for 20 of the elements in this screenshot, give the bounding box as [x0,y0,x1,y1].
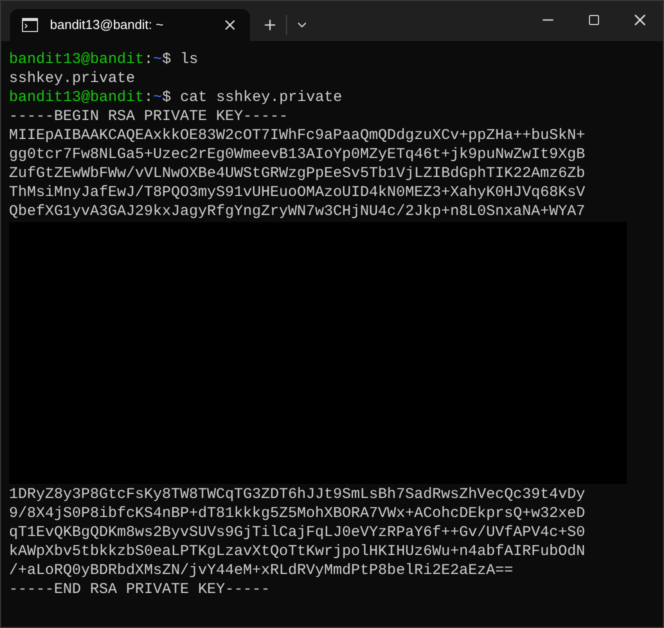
output-line: gg0tcr7Fw8NLGa5+Uzec2rEg0WmeevB13AIoYp0MZyETq46t+jk9puNwZwIt9XgB [9,145,586,164]
output-line: QbefXG1yvA3GAJ29kxJagyRfgYngZryWN7w3CHjNU4c/2Jkp+n8L0SnxaNA+WYA7 [9,202,586,221]
new-tab-icon[interactable] [262,17,278,33]
output-line: ThMsiMnyJafEwJ/T8PQO3myS91vUHEuoOMAzoUID4kN0MEZ3+XahyK0HJVq68KsV [9,183,586,202]
output-line: -----END RSA PRIVATE KEY----- [9,580,272,599]
output-line: -----BEGIN RSA PRIVATE KEY----- [9,107,290,126]
output-line: 1DRyZ8y3P8GtcFsKy8TW8TWCqTG3ZDT6hJJt9SmLsBh7SadRwsZhVecQc39t4vDy [9,485,586,504]
output-line: /+aLoRQ0yBDRbdXMsZN/jvY44eM+xRLdRVyMmdPtP8belRi2E2aEzA== [9,561,514,580]
tab-title: bandit13@bandit: ~ [50,16,164,34]
output-line: qT1EvQKBgQDKm8ws2ByvSUVs9GjTilCajFqLJ0eVYzRPaY6f++Gv/UVfAPV4c+S0 [9,523,586,542]
terminal-tab[interactable]: bandit13@bandit: ~ [10,9,250,41]
terminal-icon [22,18,38,32]
output-line: ZufGtZEwWbFWw/vVLNwOXBe4UWStGRWzgPpEeSv5Tb1VjLZIBdGphTIK22Amz6Zb [9,164,586,183]
output-line: kAWpXbv5tbkkzbS0eaLPTKgLzavXtQoTtKwrjpolHKIHUz6Wu+n4abfAIRFubOdN [9,542,586,561]
prompt-line: bandit13@bandit:~$ cat sshkey.private [9,88,344,107]
maximize-icon[interactable] [588,14,600,26]
prompt-line: bandit13@bandit:~$ ls [9,50,200,69]
output-line: sshkey.private [9,69,136,88]
output-line: 9/8X4jS0P8ibfcKS4nBP+dT81kkkg5Z5MohXBORA7VWx+ACohcDEkprsQ+w32xeD [9,504,586,523]
output-line: MIIEpAIBAAKCAQEAxkkOE83W2cOT7IWhFc9aPaaQmQDdgzuXCv+ppZHa++buSkN+ [9,126,586,145]
